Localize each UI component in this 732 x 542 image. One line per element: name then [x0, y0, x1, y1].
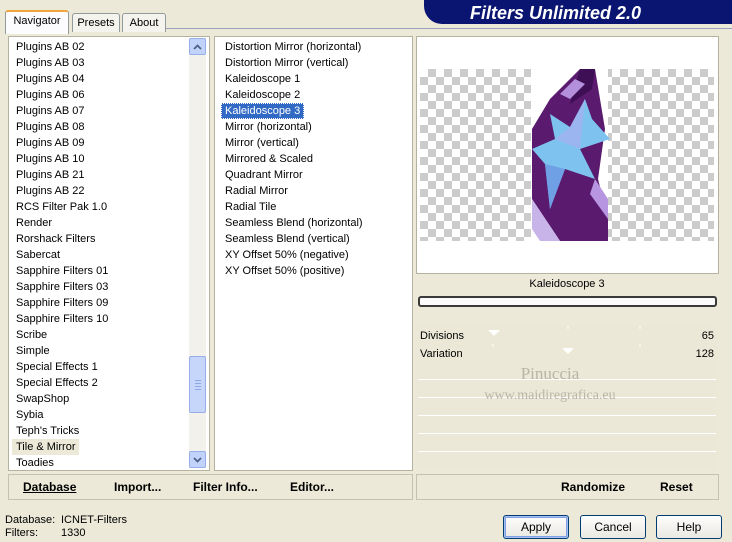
category-item[interactable]: Sapphire Filters 01 [12, 263, 112, 279]
filter-item[interactable]: Kaleidoscope 1 [221, 71, 304, 87]
category-item[interactable]: Sapphire Filters 03 [12, 279, 112, 295]
watermark-url: www.maidiregrafica.eu [484, 388, 616, 403]
filter-item[interactable]: Mirror (horizontal) [221, 119, 316, 135]
category-item[interactable]: Scribe [12, 327, 51, 343]
reset-button[interactable]: Reset [660, 478, 693, 496]
filters-count-label: Filters: [5, 527, 38, 539]
category-items: Plugins AB 02 Plugins AB 03 Plugins AB 04 P… [12, 39, 190, 467]
category-item[interactable]: Rorshack Filters [12, 231, 99, 247]
right-command-bar: Randomize Reset [416, 474, 719, 500]
chevron-up-icon [193, 43, 202, 50]
chevron-down-icon [193, 456, 202, 463]
progress-bar [418, 296, 717, 307]
category-item[interactable]: Sapphire Filters 09 [12, 295, 112, 311]
category-item[interactable]: Plugins AB 07 [12, 103, 89, 119]
database-button[interactable]: Database [23, 478, 76, 496]
category-item[interactable]: Plugins AB 22 [12, 183, 89, 199]
filter-list[interactable]: Distortion Mirror (horizontal) Distortion… [214, 36, 413, 471]
preview-image [531, 69, 610, 241]
filter-item[interactable]: Seamless Blend (vertical) [221, 231, 354, 247]
category-item[interactable]: Simple [12, 343, 54, 359]
category-item[interactable]: Plugins AB 02 [12, 39, 89, 55]
filter-info-button[interactable]: Filter Info... [193, 478, 258, 496]
category-scroll-thumb[interactable] [189, 356, 206, 413]
category-item[interactable]: Plugins AB 10 [12, 151, 89, 167]
category-item[interactable]: Sapphire Filters 10 [12, 311, 112, 327]
editor-button[interactable]: Editor... [290, 478, 334, 496]
filter-name-label: Kaleidoscope 3 [529, 278, 605, 290]
watermark-name: Pinuccia [520, 364, 580, 383]
filter-item[interactable]: Seamless Blend (horizontal) [221, 215, 367, 231]
filter-item[interactable]: Kaleidoscope 3 [221, 103, 305, 119]
left-command-bar: Database Import... Filter Info... Editor… [8, 474, 413, 500]
category-item[interactable]: Plugins AB 08 [12, 119, 89, 135]
variation-value: 128 [695, 348, 714, 360]
category-item[interactable]: Toadies [12, 455, 58, 467]
filter-item[interactable]: XY Offset 50% (negative) [221, 247, 353, 263]
category-item[interactable]: Plugins AB 04 [12, 71, 89, 87]
help-button[interactable]: Help [656, 515, 722, 539]
grip-icon [194, 379, 201, 381]
filter-item[interactable]: Mirrored & Scaled [221, 151, 317, 167]
database-status-value: ICNET-Filters [61, 514, 127, 526]
category-item[interactable]: Sybia [12, 407, 48, 423]
scroll-down-button[interactable] [189, 451, 206, 468]
category-item[interactable]: Tile & Mirror [12, 439, 80, 455]
category-item[interactable]: Render [12, 215, 56, 231]
tab-navigator[interactable]: Navigator [5, 10, 69, 34]
database-status-label: Database: [5, 514, 56, 526]
filter-items: Distortion Mirror (horizontal) Distortion… [221, 39, 406, 467]
variation-label: Variation [420, 348, 463, 360]
category-item[interactable]: RCS Filter Pak 1.0 [12, 199, 111, 215]
preview-panel [416, 36, 719, 274]
category-scrollbar[interactable] [189, 38, 206, 468]
category-list[interactable]: Plugins AB 02 Plugins AB 03 Plugins AB 04 P… [8, 36, 210, 471]
tab-presets[interactable]: Presets [72, 13, 120, 32]
category-item[interactable]: Sabercat [12, 247, 64, 263]
category-item[interactable]: Plugins AB 06 [12, 87, 89, 103]
category-item[interactable]: SwapShop [12, 391, 73, 407]
scroll-up-button[interactable] [189, 38, 206, 55]
randomize-button[interactable]: Randomize [561, 478, 625, 496]
filter-item[interactable]: Quadrant Mirror [221, 167, 307, 183]
cancel-button[interactable]: Cancel [580, 515, 646, 539]
category-item[interactable]: Plugins AB 21 [12, 167, 89, 183]
category-item[interactable]: Plugins AB 03 [12, 55, 89, 71]
tab-about[interactable]: About [122, 13, 166, 32]
preview-canvas [420, 69, 714, 241]
apply-button[interactable]: Apply [503, 515, 569, 539]
category-item[interactable]: Special Effects 1 [12, 359, 102, 375]
filter-item[interactable]: Distortion Mirror (horizontal) [221, 39, 365, 55]
divisions-value: 65 [701, 330, 714, 342]
category-item[interactable]: Special Effects 2 [12, 375, 102, 391]
divisions-label: Divisions [420, 330, 465, 342]
import-button[interactable]: Import... [114, 478, 161, 496]
filter-item[interactable]: Radial Tile [221, 199, 280, 215]
app-title: Filters Unlimited 2.0 [470, 3, 642, 23]
filter-item[interactable]: Mirror (vertical) [221, 135, 303, 151]
filter-item[interactable]: Radial Mirror [221, 183, 292, 199]
filter-item[interactable]: Kaleidoscope 2 [221, 87, 304, 103]
category-item[interactable]: Teph's Tricks [12, 423, 83, 439]
header-divider [166, 28, 732, 29]
filters-count-value: 1330 [61, 527, 86, 539]
category-item[interactable]: Plugins AB 09 [12, 135, 89, 151]
filter-item[interactable]: Distortion Mirror (vertical) [221, 55, 352, 71]
filter-item[interactable]: XY Offset 50% (positive) [221, 263, 348, 279]
